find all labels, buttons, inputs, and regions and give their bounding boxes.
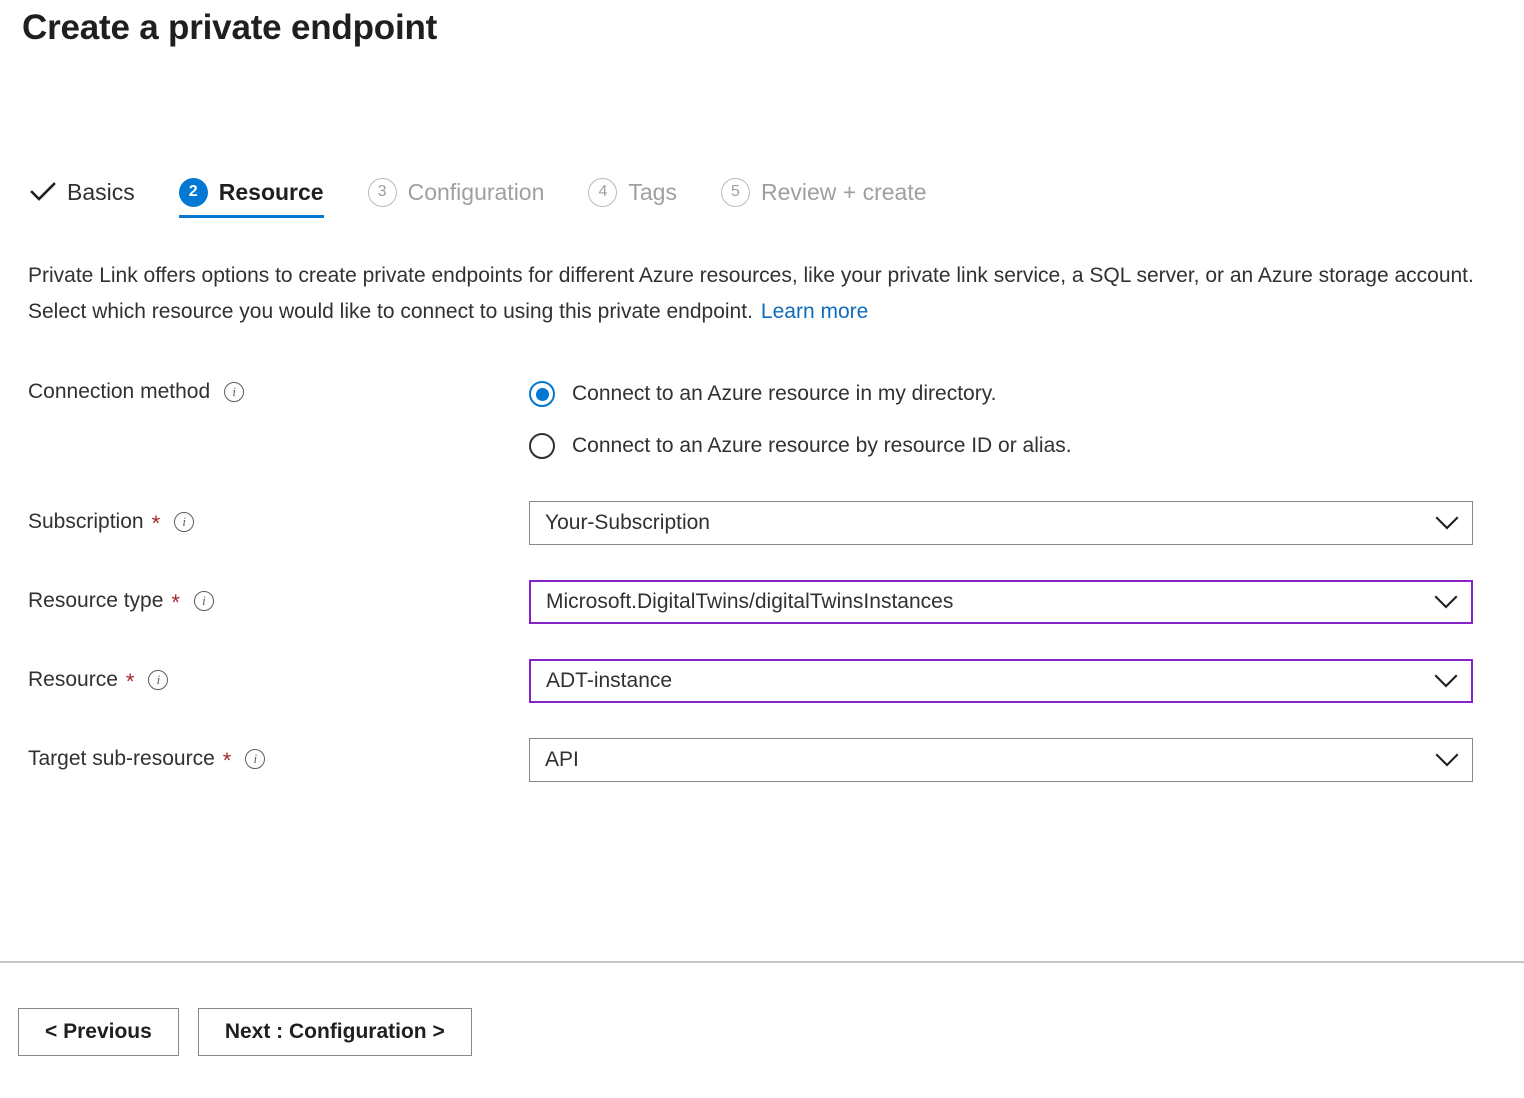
tab-resource-label: Resource: [218, 178, 324, 205]
chevron-down-icon: [1434, 515, 1460, 531]
previous-button[interactable]: < Previous: [18, 1008, 179, 1056]
tab-configuration-label: Configuration: [407, 178, 545, 205]
subscription-value: Your-Subscription: [545, 511, 710, 534]
subscription-label: Subscription * i: [28, 510, 195, 536]
connection-method-radio-group: Connect to an Azure resource in my direc…: [529, 368, 1072, 472]
info-icon[interactable]: i: [174, 512, 195, 532]
required-asterisk: *: [151, 511, 161, 536]
field-row-resource: Resource * i ADT-instance: [0, 656, 1524, 735]
resource-value: ADT-instance: [546, 669, 673, 692]
required-asterisk: *: [125, 669, 135, 694]
info-icon[interactable]: i: [245, 749, 266, 769]
intro-text: Private Link offers options to create pr…: [28, 264, 1474, 323]
next-configuration-button[interactable]: Next : Configuration >: [197, 1008, 472, 1056]
radio-option-directory[interactable]: Connect to an Azure resource in my direc…: [529, 368, 1072, 420]
chevron-down-icon: [1434, 752, 1460, 768]
footer-divider: [0, 961, 1524, 963]
tab-review-create[interactable]: 5 Review + create: [720, 172, 927, 212]
required-asterisk: *: [171, 590, 180, 615]
info-icon[interactable]: i: [148, 670, 169, 690]
radio-option-resource-id-label: Connect to an Azure resource by resource…: [572, 434, 1072, 457]
step-badge-2: 2: [178, 177, 208, 207]
subscription-label-text: Subscription: [28, 510, 144, 533]
radio-option-directory-label: Connect to an Azure resource in my direc…: [572, 382, 997, 405]
info-icon[interactable]: i: [193, 591, 214, 611]
chevron-down-icon: [1433, 673, 1459, 689]
connection-method-label: Connection method i: [28, 380, 245, 404]
active-tab-underline: [178, 215, 324, 218]
tab-resource[interactable]: 2 Resource: [178, 172, 324, 218]
field-row-connection-method: Connection method i Connect to an Azure …: [0, 368, 1524, 498]
field-row-subscription: Subscription * i Your-Subscription: [0, 498, 1524, 577]
tab-tags-label: Tags: [628, 178, 677, 205]
resource-form: Connection method i Connect to an Azure …: [0, 368, 1524, 814]
step-badge-5: 5: [720, 177, 750, 207]
resource-type-label: Resource type * i: [28, 589, 214, 615]
wizard-tabs: Basics 2 Resource 3 Configuration 4 Tags…: [28, 172, 971, 230]
target-sub-resource-label: Target sub-resource * i: [28, 747, 266, 773]
radio-button-icon[interactable]: [529, 381, 555, 407]
radio-button-icon[interactable]: [529, 433, 555, 459]
tab-basics-label: Basics: [67, 178, 135, 205]
connection-method-label-text: Connection method: [28, 380, 211, 403]
step-badge-3: 3: [367, 177, 397, 207]
resource-dropdown[interactable]: ADT-instance: [529, 659, 1473, 703]
check-icon: [28, 178, 57, 207]
info-icon[interactable]: i: [224, 382, 245, 402]
resource-type-label-text: Resource type: [28, 589, 164, 612]
learn-more-link[interactable]: Learn more: [761, 300, 868, 323]
radio-option-resource-id[interactable]: Connect to an Azure resource by resource…: [529, 420, 1072, 472]
tab-configuration[interactable]: 3 Configuration: [367, 172, 545, 212]
required-asterisk: *: [222, 748, 232, 773]
step-badge-4: 4: [588, 177, 618, 207]
chevron-down-icon: [1433, 594, 1459, 610]
field-row-target-sub-resource: Target sub-resource * i API: [0, 735, 1524, 814]
subscription-dropdown[interactable]: Your-Subscription: [529, 501, 1473, 545]
tab-tags[interactable]: 4 Tags: [588, 172, 677, 212]
resource-label: Resource * i: [28, 668, 169, 694]
tab-basics[interactable]: Basics: [28, 172, 135, 212]
target-sub-resource-dropdown[interactable]: API: [529, 738, 1473, 782]
resource-type-dropdown[interactable]: Microsoft.DigitalTwins/digitalTwinsInsta…: [529, 580, 1473, 624]
target-sub-resource-value: API: [545, 748, 579, 771]
page-title: Create a private endpoint: [22, 8, 438, 47]
resource-type-value: Microsoft.DigitalTwins/digitalTwinsInsta…: [546, 590, 954, 613]
intro-paragraph: Private Link offers options to create pr…: [28, 258, 1483, 330]
footer-actions: < Previous Next : Configuration >: [18, 1008, 472, 1056]
target-sub-resource-label-text: Target sub-resource: [28, 747, 215, 770]
resource-label-text: Resource: [28, 668, 118, 691]
tab-review-create-label: Review + create: [760, 178, 927, 205]
field-row-resource-type: Resource type * i Microsoft.DigitalTwins…: [0, 577, 1524, 656]
